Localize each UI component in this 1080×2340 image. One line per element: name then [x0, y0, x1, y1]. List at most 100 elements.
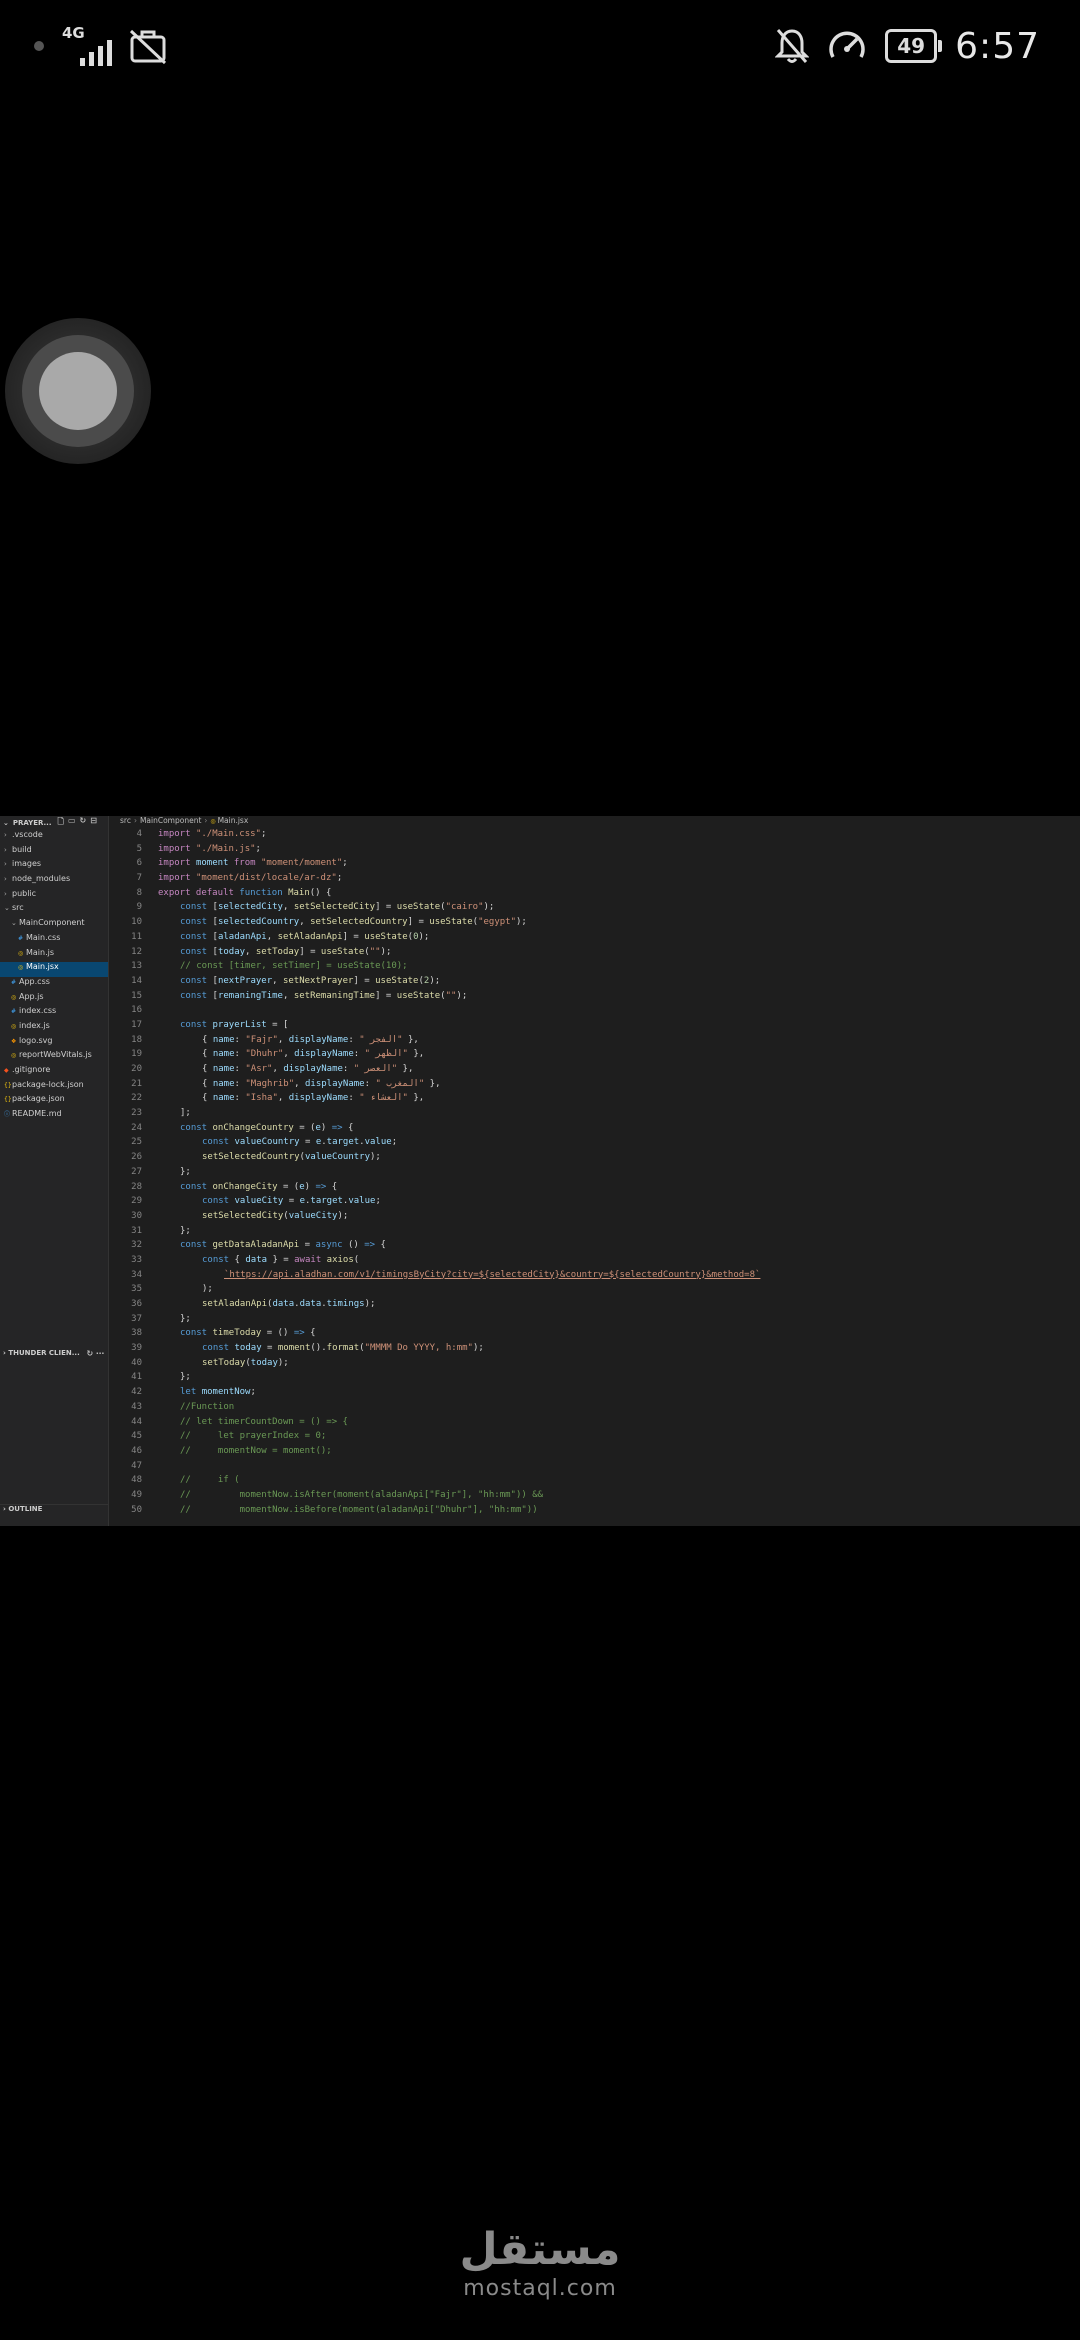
chevron-down-icon: ⌄	[11, 919, 17, 928]
code-line: 4 import "./Main.css";	[108, 829, 1080, 844]
code-line: 15 const [remaningTime, setRemaningTime] …	[108, 991, 1080, 1006]
breadcrumb-item[interactable]: MainComponent	[140, 816, 201, 825]
code-token: target	[310, 1196, 343, 1207]
code-token: // const [timer, setTimer] = useState(10…	[180, 961, 408, 972]
tree-item[interactable]: ⌄ src	[0, 903, 108, 918]
code-token: = ()	[261, 1328, 294, 1339]
js-file-icon: ◎	[11, 1022, 17, 1030]
line-number: 30	[131, 1210, 142, 1221]
line-number: 39	[131, 1343, 142, 1354]
new-file-icon[interactable]: 🗋	[58, 816, 64, 830]
code-token: = (	[277, 1181, 300, 1192]
explorer-header: ⌄ PRAYER... 🗋 ▭ ↻ ⊟	[0, 816, 108, 830]
code-token: "Isha"	[245, 1093, 278, 1104]
code-line: 50 // momentNow.isBefore(moment(aladanApi…	[108, 1505, 1080, 1520]
line-number: 19	[131, 1049, 142, 1060]
code-token: const	[180, 1181, 213, 1192]
tree-item-label: src	[12, 903, 24, 913]
code-token: value	[364, 1137, 392, 1148]
code-token: ] =	[342, 931, 365, 942]
line-number: 26	[131, 1152, 142, 1163]
code-token: :	[234, 1034, 246, 1045]
code-token: " الفجر"	[359, 1034, 403, 1045]
code-token: {	[304, 1328, 316, 1339]
code-token: {	[342, 1122, 354, 1133]
code-line: 44 // let timerCountDown = () => {	[108, 1417, 1080, 1432]
tree-item[interactable]: ⌄ MainComponent	[0, 918, 108, 933]
code-token: :	[234, 1093, 246, 1104]
refresh-icon[interactable]: ↻	[80, 816, 87, 830]
code-token: valueCountry	[304, 1152, 370, 1163]
battery-level: 49	[897, 34, 926, 58]
code-token: =>	[331, 1122, 343, 1133]
tree-item-label: reportWebVitals.js	[19, 1050, 92, 1060]
tree-item[interactable]: ◎ reportWebVitals.js	[0, 1050, 108, 1065]
code-line: 11 const [aladanApi, setAladanApi] = useS…	[108, 932, 1080, 947]
tree-item[interactable]: ◆ .gitignore	[0, 1065, 108, 1080]
collapse-all-icon[interactable]: ⊟	[90, 816, 97, 830]
tree-item[interactable]: › images	[0, 859, 108, 874]
code-token: ,	[277, 1034, 289, 1045]
code-token: useState	[375, 975, 419, 986]
tree-item[interactable]: ◎ Main.jsx	[0, 962, 108, 977]
new-folder-icon[interactable]: ▭	[68, 816, 76, 830]
tree-item[interactable]: ◎ index.js	[0, 1021, 108, 1036]
tree-item-label: MainComponent	[19, 918, 85, 928]
code-token: };	[180, 1313, 191, 1324]
line-number: 48	[131, 1475, 142, 1486]
tree-item[interactable]: ◎ App.js	[0, 992, 108, 1007]
js-file-icon: ◎	[18, 964, 24, 972]
code-token: "Dhuhr"	[245, 1049, 284, 1060]
tree-item[interactable]: {}package-lock.json	[0, 1080, 108, 1095]
line-number: 46	[131, 1445, 142, 1456]
code-token: :	[234, 1064, 246, 1074]
code-line: 32 const getDataAladanApi = async () => {	[108, 1240, 1080, 1255]
tree-item[interactable]: ⓘ README.md	[0, 1109, 108, 1124]
code-token: "cairo"	[445, 902, 484, 913]
line-number: 23	[131, 1108, 142, 1119]
tree-item[interactable]: › .vscode	[0, 830, 108, 845]
code-token: ().	[310, 1343, 327, 1354]
code-editor[interactable]: src › MainComponent › ◎ Main.jsx 4 import "./…	[108, 816, 1080, 1526]
tree-item[interactable]: {}package.json	[0, 1094, 108, 1109]
tree-item[interactable]: ❖ logo.svg	[0, 1036, 108, 1051]
tree-item[interactable]: › node_modules	[0, 874, 108, 889]
tree-item[interactable]: # index.css	[0, 1006, 108, 1021]
tree-item-label: App.js	[19, 991, 44, 1001]
code-token: =>	[315, 1181, 327, 1192]
code-line: 26 setSelectedCountry(valueCountry);	[108, 1152, 1080, 1167]
refresh-icon[interactable]: ↻	[87, 1349, 94, 1358]
code-token: );	[429, 975, 441, 986]
code-token: selectedCity	[217, 902, 283, 913]
code-token: useState	[396, 990, 441, 1001]
code-token: ,	[266, 931, 278, 942]
thunder-client-panel[interactable]: › THUNDER CLIEN... ↻ ⋯	[0, 1349, 108, 1363]
code-line: 45 // let prayerIndex = 0;	[108, 1431, 1080, 1446]
tree-item[interactable]: ◎ Main.js	[0, 948, 108, 963]
tree-item[interactable]: # App.css	[0, 977, 108, 992]
code-token: valueCountry	[234, 1137, 300, 1148]
code-token: () {	[309, 887, 332, 898]
more-icon[interactable]: ⋯	[96, 1349, 104, 1358]
line-number: 12	[131, 946, 142, 957]
code-token: const	[180, 1019, 213, 1030]
outline-panel[interactable]: › OUTLINE	[0, 1504, 108, 1518]
code-area[interactable]: 4 import "./Main.css"; 5 import "./Main.js…	[108, 829, 1080, 1526]
code-line: 48 // if (	[108, 1475, 1080, 1490]
speedometer-icon	[829, 31, 865, 58]
breadcrumb-item[interactable]: src	[120, 816, 131, 825]
tree-item[interactable]: › build	[0, 845, 108, 860]
tree-item[interactable]: # Main.css	[0, 933, 108, 948]
code-token: );	[337, 1210, 349, 1221]
line-number: 21	[131, 1078, 142, 1089]
code-token: setSelectedCountry	[202, 1152, 300, 1163]
code-token: =	[283, 1196, 300, 1207]
tree-item-label: package-lock.json	[12, 1079, 84, 1089]
tree-item[interactable]: › public	[0, 889, 108, 904]
line-number: 6	[136, 858, 142, 869]
code-line: 28 const onChangeCity = (e) => {	[108, 1182, 1080, 1197]
code-line: 19 { name: "Dhuhr", displayName: " الظهر"…	[108, 1049, 1080, 1064]
breadcrumb-item[interactable]: Main.jsx	[218, 816, 249, 825]
code-token: {	[202, 1049, 213, 1060]
assistive-touch-button[interactable]	[5, 318, 151, 464]
